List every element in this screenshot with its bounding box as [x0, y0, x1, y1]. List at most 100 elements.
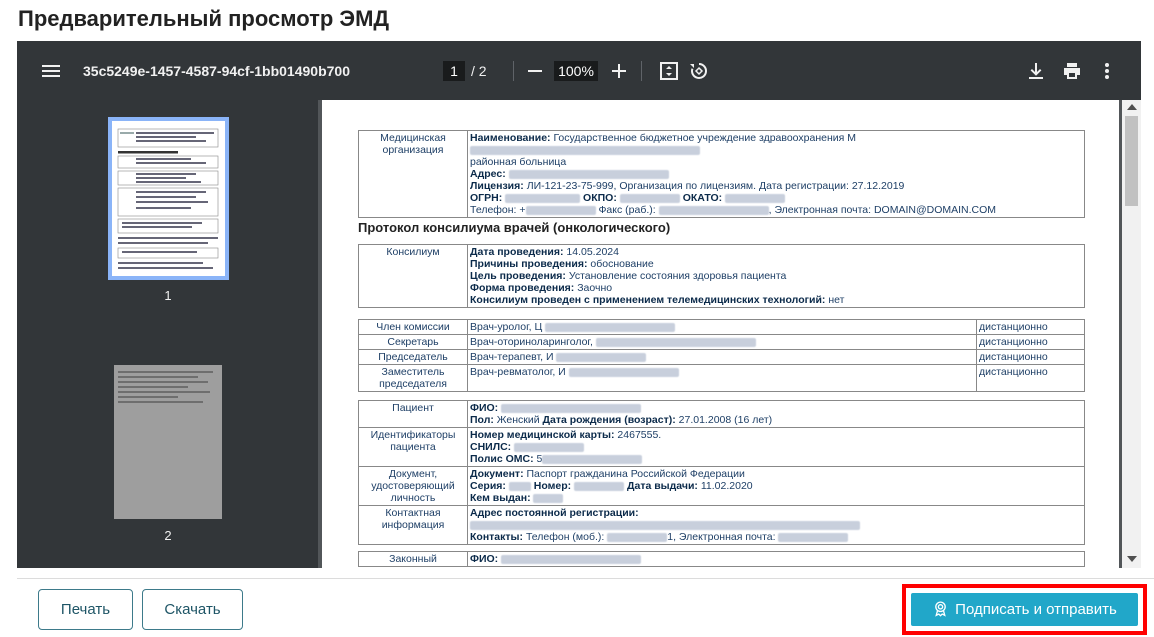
member-doctor-text: Врач-оториноларинголог, [470, 336, 593, 348]
council-reason: обоснование [590, 258, 654, 270]
patient-dob-key: Дата рождения (возраст): [542, 414, 676, 426]
member-role: Член комиссии [358, 319, 468, 335]
members-table: Член комиссии Врач-уролог, Ц дистанционн… [358, 319, 1085, 392]
redacted-block [501, 403, 642, 413]
rotate-icon[interactable] [687, 59, 711, 83]
redacted-block [470, 145, 700, 155]
address-key: Адрес постоянной регистрации: [470, 507, 639, 519]
council-date: 14.05.2024 [566, 246, 619, 258]
redacted-block [514, 442, 585, 452]
contacts-phone-label: Телефон (моб.): [525, 531, 605, 543]
org-address-key: Адрес: [470, 168, 506, 180]
sign-button-label: Подписать и отправить [955, 601, 1117, 618]
council-form-key: Форма проведения: [470, 282, 575, 294]
member-mode: дистанционно [976, 319, 1085, 335]
member-role: Заместитель председателя [358, 364, 468, 392]
redacted-block [525, 205, 596, 215]
org-license: ЛИ-121-23-75-999, Организация по лицензи… [526, 180, 905, 192]
org-details: Наименование: Государственное бюджетное … [467, 130, 1085, 218]
org-email: , Электронная почта: DOMAIN@DOMAIN.COM [768, 204, 997, 216]
page-number-input[interactable]: 1 [443, 61, 465, 81]
council-goal-key: Цель проведения: [470, 270, 566, 282]
org-ogrn-key: ОГРН: [470, 192, 503, 204]
org-phone: Телефон: + [470, 204, 526, 216]
zoom-in-icon[interactable] [607, 59, 631, 83]
footer-divider [17, 578, 1154, 579]
redacted-block [470, 520, 860, 530]
patient-details: ФИО: Пол: Женский Дата рождения (возраст… [467, 400, 1085, 428]
series-key: Серия: [470, 480, 506, 492]
document-view[interactable]: Медицинская организация Наименование: Го… [318, 100, 1125, 568]
contact-details: Адрес постоянной регистрации: Контакты: … [467, 505, 1085, 545]
redacted-block [595, 337, 756, 347]
table-row: Член комиссии Врач-уролог, Ц дистанционн… [358, 319, 1085, 335]
council-label: Консилиум [358, 244, 468, 308]
pdf-viewer: 35c5249e-1457-4587-94cf-1bb01490b700 1 /… [17, 41, 1141, 568]
redacted-block [545, 322, 676, 332]
card-number: 2467555. [617, 429, 662, 441]
redacted-block [508, 481, 531, 491]
member-doctor-text: Врач-терапевт, И [470, 351, 554, 363]
thumbnail-label-1: 1 [164, 288, 172, 303]
thumbnail-1-preview [117, 128, 219, 269]
member-doctor: Врач-терапевт, И [467, 349, 977, 365]
print-button[interactable]: Печать [38, 589, 133, 630]
redacted-block [568, 367, 679, 377]
document-id: 35c5249e-1457-4587-94cf-1bb01490b700 [83, 63, 350, 79]
table-row: Пациент ФИО: Пол: Женский Дата рождения … [358, 400, 1085, 428]
legal-rep-fio-key: ФИО: [470, 553, 499, 565]
patient-sex-key: Пол: [470, 414, 494, 426]
council-form: Заочно [577, 282, 613, 294]
page-thumbnail-1[interactable] [112, 121, 225, 276]
redacted-block [607, 532, 668, 542]
contact-label: Контактная информация [358, 505, 468, 545]
scroll-up-icon[interactable] [1127, 104, 1137, 110]
org-okato-key: ОКАТО: [682, 192, 723, 204]
redacted-block [574, 481, 625, 491]
card-key: Номер медицинской карты: [470, 429, 615, 441]
member-doctor-text: Врач-уролог, Ц [470, 321, 543, 333]
thumbnail-label-2: 2 [164, 528, 172, 543]
fit-page-icon[interactable] [657, 59, 681, 83]
patient-label: Пациент [358, 400, 468, 428]
id-doc-label: Документ, удостоверяющий личность [358, 466, 468, 506]
council-goal: Установление состояния здоровья пациента [568, 270, 787, 282]
download-button[interactable]: Скачать [142, 589, 243, 630]
more-options-icon[interactable] [1095, 59, 1119, 83]
snils-key: СНИЛС: [470, 441, 512, 453]
redacted-block [508, 169, 669, 179]
redacted-block [725, 193, 786, 203]
scrollbar-thumb[interactable] [1125, 116, 1138, 206]
sign-and-send-button[interactable]: Подписать и отправить [911, 593, 1138, 626]
toolbar-divider [641, 61, 642, 81]
zoom-out-icon[interactable] [523, 59, 547, 83]
contacts-email-label: 1, Электронная почта: [667, 531, 776, 543]
org-license-key: Лицензия: [470, 180, 524, 192]
zoom-input[interactable]: 100% [554, 61, 598, 81]
pdf-toolbar: 35c5249e-1457-4587-94cf-1bb01490b700 1 /… [17, 41, 1141, 100]
document-scrollbar[interactable] [1122, 100, 1141, 568]
id-doc-details: Документ: Паспорт гражданина Российской … [467, 466, 1085, 506]
contacts-key: Контакты: [470, 531, 524, 543]
thumbnail-selected-frame[interactable] [108, 117, 229, 280]
issue-date: 11.02.2020 [700, 480, 753, 492]
download-icon[interactable] [1024, 59, 1048, 83]
print-icon[interactable] [1060, 59, 1084, 83]
oms-key: Полис ОМС: [470, 453, 534, 465]
org-name: Государственное бюджетное учреждение здр… [553, 132, 856, 144]
thumbnail-sidebar: 1 2 [17, 100, 318, 568]
redacted-block [556, 352, 647, 362]
member-mode: дистанционно [976, 364, 1085, 392]
page-thumbnail-2[interactable] [114, 365, 222, 519]
member-role: Секретарь [358, 334, 468, 350]
redacted-block [542, 454, 643, 464]
patient-dob: 27.01.2008 (16 лет) [678, 414, 773, 426]
identifiers-label: Идентификаторы пациента [358, 427, 468, 467]
council-reason-key: Причины проведения: [470, 258, 588, 270]
menu-icon[interactable] [39, 59, 63, 83]
id-doc-type: Паспорт гражданина Российской Федерации [526, 468, 745, 480]
table-row: Документ, удостоверяющий личность Докуме… [358, 466, 1085, 506]
scroll-down-icon[interactable] [1127, 556, 1137, 562]
certificate-icon [935, 601, 947, 617]
identifiers-details: Номер медицинской карты: 2467555. СНИЛС:… [467, 427, 1085, 467]
